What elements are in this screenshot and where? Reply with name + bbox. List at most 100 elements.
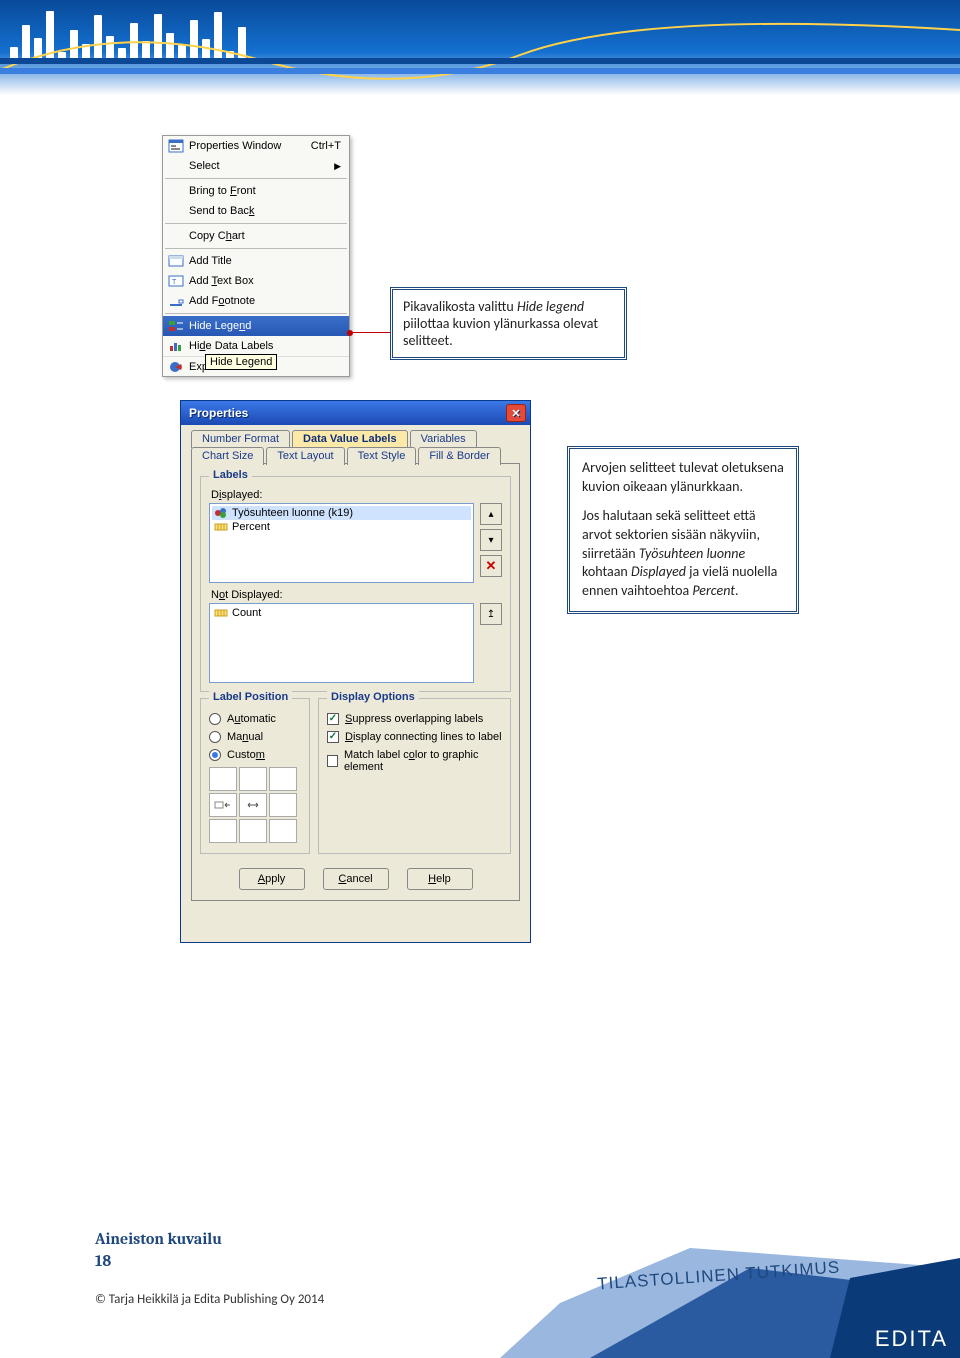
menu-label: Properties Window	[189, 140, 311, 152]
radio-manual[interactable]: Manual	[209, 731, 301, 743]
datalabels-icon	[167, 338, 185, 354]
menu-shortcut: Ctrl+T	[311, 140, 341, 152]
menu-item-select[interactable]: Select ▶	[163, 156, 349, 176]
menu-item-hide-data-labels[interactable]: Hide Data Labels	[163, 336, 349, 356]
tab-number-format[interactable]: Number Format	[191, 430, 290, 448]
chevron-down-icon: ▾	[488, 535, 493, 546]
checkbox-icon	[327, 731, 339, 743]
pos-cell[interactable]	[239, 819, 267, 843]
dialog-tabs-row2: Chart Size Text Layout Text Style Fill &…	[191, 446, 520, 464]
menu-item-copy-chart[interactable]: Copy Chart	[163, 226, 349, 246]
help-button[interactable]: Help	[407, 868, 473, 890]
properties-icon	[167, 138, 185, 154]
pos-cell[interactable]	[269, 819, 297, 843]
button-label: Cancel	[338, 873, 372, 885]
menu-label: Add Text Box	[189, 275, 341, 287]
tab-fill-border[interactable]: Fill & Border	[418, 447, 501, 465]
remove-icon: ✕	[486, 558, 497, 574]
pos-cell-left[interactable]	[209, 793, 237, 817]
callout-paragraph: Arvojen selitteet tulevat oletuksena kuv…	[582, 459, 784, 497]
menu-label: Hide Data Labels	[189, 340, 341, 352]
menu-label: Bring to Front	[189, 185, 341, 197]
callout-italic: Displayed	[631, 563, 686, 580]
explode-icon	[167, 359, 185, 375]
footer-section-title: Aineiston kuvailu	[95, 1230, 222, 1248]
callout-arrow	[350, 332, 390, 334]
menu-item-add-text-box[interactable]: T Add Text Box	[163, 271, 349, 291]
properties-dialog: Properties ✕ Number Format Data Value La…	[180, 400, 531, 943]
not-displayed-listbox[interactable]: Count	[209, 603, 474, 683]
submenu-arrow-icon: ▶	[334, 161, 341, 172]
callout-text: kohtaan	[582, 563, 631, 580]
chk-connecting-lines[interactable]: Display connecting lines to label	[327, 731, 502, 743]
move-up-button[interactable]: ▴	[480, 503, 502, 525]
pos-cell-center[interactable]	[239, 793, 267, 817]
menu-item-hide-legend[interactable]: Hide Legend	[163, 316, 349, 336]
move-down-button[interactable]: ▾	[480, 529, 502, 551]
pos-cell[interactable]	[239, 767, 267, 791]
menu-label: Select	[189, 160, 334, 172]
header-line-decor	[0, 0, 960, 95]
button-label: Help	[428, 873, 451, 885]
radio-icon	[209, 731, 221, 743]
menu-label: Hide Legend	[189, 320, 341, 332]
menu-separator	[165, 178, 347, 179]
list-item[interactable]: Percent	[212, 520, 471, 534]
footer-page-number: 18	[95, 1252, 111, 1270]
add-to-displayed-button[interactable]: ↥	[480, 603, 502, 625]
tab-variables[interactable]: Variables	[410, 430, 477, 448]
position-grid	[209, 767, 301, 843]
callout-hide-legend: Pikavalikosta valittu Hide legend piilot…	[390, 287, 627, 360]
list-item-label: Työsuhteen luonne (k19)	[232, 507, 353, 519]
radio-automatic[interactable]: Automatic	[209, 713, 301, 725]
legend-icon	[167, 318, 185, 334]
list-item[interactable]: Count	[212, 606, 471, 620]
radio-custom[interactable]: Custom	[209, 749, 301, 761]
radio-icon	[209, 749, 221, 761]
list-item-label: Count	[232, 607, 261, 619]
apply-button[interactable]: Apply	[239, 868, 305, 890]
chk-suppress-overlapping[interactable]: Suppress overlapping labels	[327, 713, 502, 725]
dialog-title: Properties	[189, 406, 248, 420]
pos-cell[interactable]	[269, 767, 297, 791]
menu-item-bring-to-front[interactable]: Bring to Front	[163, 181, 349, 201]
callout-text: Pikavalikosta valittu	[403, 298, 517, 315]
tab-chart-size[interactable]: Chart Size	[191, 447, 264, 465]
checkbox-label: Display connecting lines to label	[345, 731, 502, 743]
pos-cell[interactable]	[209, 767, 237, 791]
pos-cell[interactable]	[209, 819, 237, 843]
dialog-tabs-row1: Number Format Data Value Labels Variable…	[191, 429, 520, 447]
group-title: Display Options	[327, 691, 419, 703]
tab-text-style[interactable]: Text Style	[347, 447, 417, 465]
displayed-listbox[interactable]: Työsuhteen luonne (k19) Percent	[209, 503, 474, 583]
dialog-titlebar[interactable]: Properties ✕	[181, 401, 530, 425]
menu-item-add-footnote[interactable]: Add Footnote	[163, 291, 349, 311]
svg-text:T: T	[172, 279, 177, 286]
menu-separator	[165, 313, 347, 314]
chevron-up-icon: ▴	[488, 509, 493, 520]
chk-match-color[interactable]: Match label color to graphic element	[327, 749, 502, 773]
tab-panel: Labels Displayed: Työsuhteen luonne (k19…	[191, 463, 520, 901]
ruler-icon	[214, 607, 228, 619]
page-header-banner	[0, 0, 960, 95]
checkbox-icon	[327, 755, 338, 767]
ruler-icon	[214, 521, 228, 533]
close-button[interactable]: ✕	[506, 404, 526, 422]
title-icon	[167, 253, 185, 269]
footer-brand: EDITA	[875, 1326, 948, 1352]
tab-data-value-labels[interactable]: Data Value Labels	[292, 430, 408, 448]
menu-item-add-title[interactable]: Add Title	[163, 251, 349, 271]
callout-italic: Percent	[692, 582, 735, 599]
radio-icon	[209, 713, 221, 725]
cancel-button[interactable]: Cancel	[323, 868, 389, 890]
variable-icon	[214, 507, 228, 519]
tab-text-layout[interactable]: Text Layout	[266, 447, 344, 465]
group-title: Label Position	[209, 691, 292, 703]
remove-button[interactable]: ✕	[480, 555, 502, 577]
displayed-label: Displayed:	[211, 489, 502, 501]
menu-item-send-to-back[interactable]: Send to Back	[163, 201, 349, 221]
callout-italic: Hide legend	[517, 298, 584, 315]
list-item[interactable]: Työsuhteen luonne (k19)	[212, 506, 471, 520]
pos-cell[interactable]	[269, 793, 297, 817]
menu-item-properties-window[interactable]: Properties Window Ctrl+T	[163, 136, 349, 156]
